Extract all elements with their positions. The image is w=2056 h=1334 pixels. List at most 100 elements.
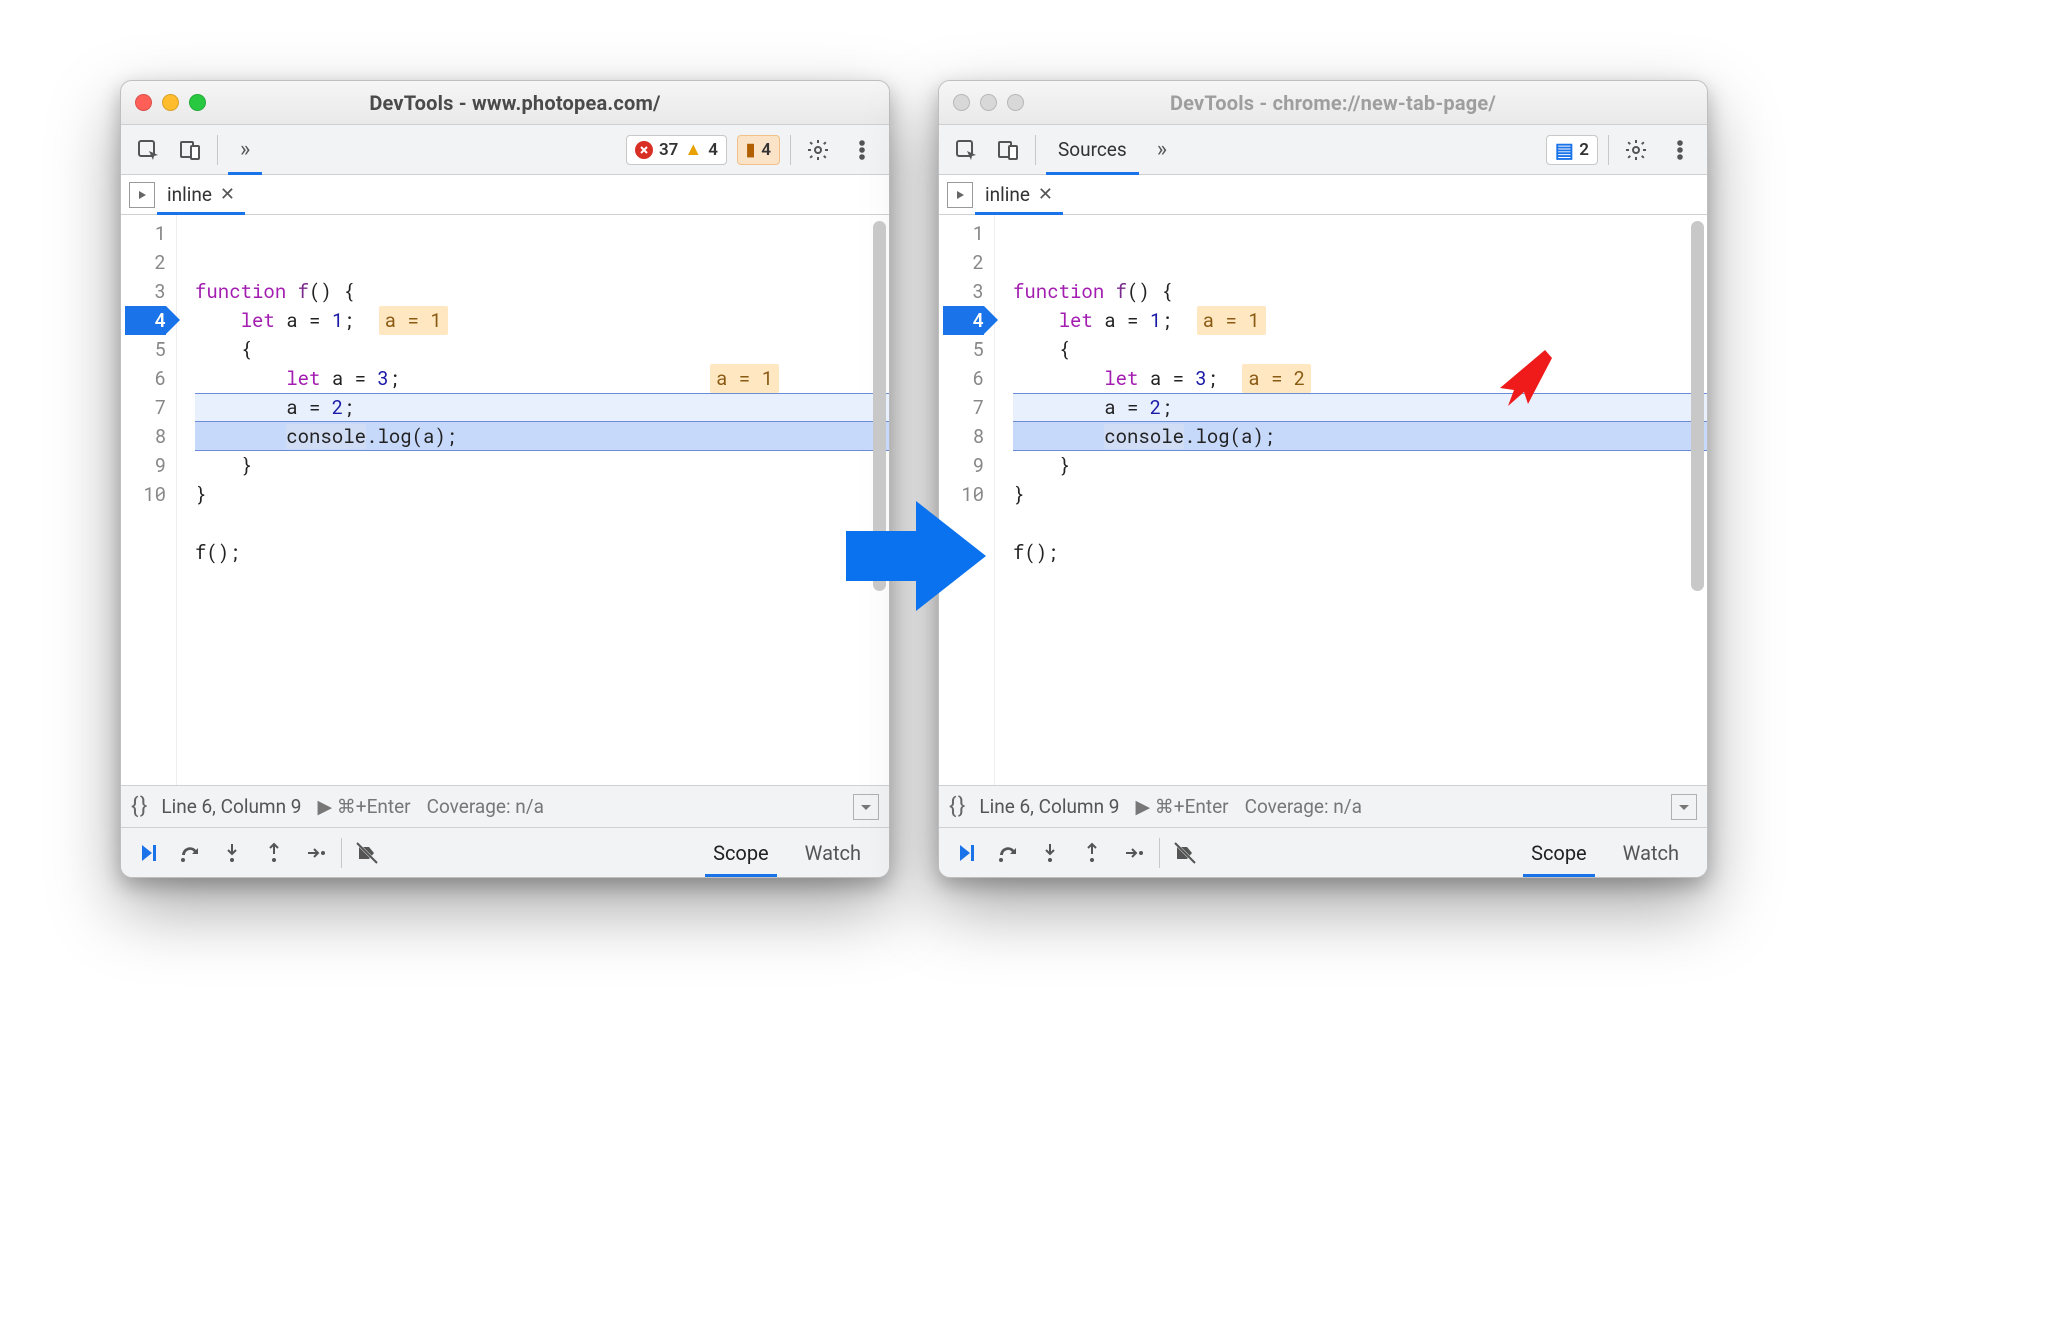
step-into-icon[interactable] (1033, 838, 1067, 868)
line-number[interactable]: 7 (943, 393, 984, 422)
code-line[interactable]: function f() { (195, 277, 889, 306)
dropdown-icon[interactable] (1671, 794, 1697, 820)
minimize-icon[interactable] (162, 94, 179, 111)
deactivate-breakpoints-icon[interactable] (350, 838, 384, 868)
step-icon[interactable] (1117, 838, 1151, 868)
code-line[interactable]: } (195, 480, 889, 509)
titlebar[interactable]: DevTools - www.photopea.com/ (121, 81, 889, 125)
tab-watch[interactable]: Watch (787, 828, 879, 877)
active-panel-indicator[interactable]: » (228, 125, 262, 174)
device-toggle-icon[interactable] (991, 133, 1025, 167)
pretty-print-icon[interactable]: { } (131, 794, 145, 819)
line-number[interactable]: 1 (125, 219, 166, 248)
step-out-icon[interactable] (1075, 838, 1109, 868)
line-number[interactable]: 4 (943, 306, 984, 335)
line-number[interactable]: 5 (943, 335, 984, 364)
tab-watch[interactable]: Watch (1605, 828, 1697, 877)
gear-icon[interactable] (801, 133, 835, 167)
file-tab-inline[interactable]: inline ✕ (981, 175, 1057, 214)
kebab-menu-icon[interactable] (1663, 133, 1697, 167)
messages-count: 2 (1579, 140, 1589, 160)
line-number[interactable]: 5 (125, 335, 166, 364)
navigator-toggle-icon[interactable] (947, 182, 973, 208)
code-line[interactable]: let a = 1;a = 1 (1013, 306, 1707, 335)
editor-status-bar: { } Line 6, Column 9 ▶ ⌘+Enter Coverage:… (121, 785, 889, 827)
code-line[interactable]: let a = 3;a = 2 (1013, 364, 1707, 393)
step-over-icon[interactable] (991, 838, 1025, 868)
code-line[interactable]: } (195, 451, 889, 480)
code-content[interactable]: function f() { let a = 1;a = 1 { let a =… (177, 215, 889, 785)
error-count-pill[interactable]: 37 ▲ 4 (626, 135, 727, 165)
code-line[interactable]: f(); (1013, 538, 1707, 567)
navigator-toggle-icon[interactable] (129, 182, 155, 208)
tab-scope[interactable]: Scope (1513, 828, 1605, 877)
code-line[interactable]: } (1013, 451, 1707, 480)
line-number[interactable]: 2 (943, 248, 984, 277)
window-title: DevTools - chrome://new-tab-page/ (1034, 91, 1632, 115)
code-line[interactable]: console.log(a); (195, 422, 889, 451)
step-over-icon[interactable] (173, 838, 207, 868)
line-number[interactable]: 8 (125, 422, 166, 451)
cursor-position: Line 6, Column 9 (161, 795, 301, 818)
pretty-print-icon[interactable]: { } (949, 794, 963, 819)
code-line[interactable]: f(); (195, 538, 889, 567)
maximize-icon[interactable] (189, 94, 206, 111)
line-number[interactable]: 9 (943, 451, 984, 480)
code-line[interactable]: a = 2; (195, 393, 889, 422)
line-number[interactable]: 8 (943, 422, 984, 451)
resume-icon[interactable] (949, 838, 983, 868)
tab-scope[interactable]: Scope (695, 828, 787, 877)
code-content[interactable]: function f() { let a = 1;a = 1 { let a =… (995, 215, 1707, 785)
code-line[interactable]: let a = 3;a = 1 (195, 364, 889, 393)
dropdown-icon[interactable] (853, 794, 879, 820)
tab-sources[interactable]: Sources (1046, 125, 1139, 174)
messages-pill[interactable]: ▤ 2 (1546, 135, 1598, 165)
code-line[interactable] (195, 509, 889, 538)
step-icon[interactable] (299, 838, 333, 868)
code-line[interactable]: a = 2; (1013, 393, 1707, 422)
step-into-icon[interactable] (215, 838, 249, 868)
maximize-icon[interactable] (1007, 94, 1024, 111)
minimize-icon[interactable] (980, 94, 997, 111)
line-number[interactable]: 6 (943, 364, 984, 393)
line-number[interactable]: 10 (125, 480, 166, 509)
gear-icon[interactable] (1619, 133, 1653, 167)
step-out-icon[interactable] (257, 838, 291, 868)
line-number[interactable]: 1 (943, 219, 984, 248)
resume-icon[interactable] (131, 838, 165, 868)
close-icon[interactable]: ✕ (220, 184, 235, 205)
devtools-window-left: DevTools - www.photopea.com/ » 37 ▲ (120, 80, 890, 878)
line-number[interactable]: 3 (943, 277, 984, 306)
more-tabs-icon[interactable]: » (240, 137, 250, 162)
code-line[interactable]: let a = 1;a = 1 (195, 306, 889, 335)
inspect-icon[interactable] (949, 133, 983, 167)
inspect-icon[interactable] (131, 133, 165, 167)
main-toolbar: » 37 ▲ 4 ▮ 4 (121, 125, 889, 175)
line-number[interactable]: 7 (125, 393, 166, 422)
code-line[interactable] (1013, 509, 1707, 538)
close-icon[interactable]: ✕ (1038, 184, 1053, 205)
code-line[interactable]: console.log(a); (1013, 422, 1707, 451)
tab-sources-label: Sources (1058, 138, 1127, 161)
code-line[interactable]: } (1013, 480, 1707, 509)
line-number[interactable]: 4 (125, 306, 166, 335)
line-number[interactable]: 6 (125, 364, 166, 393)
deactivate-breakpoints-icon[interactable] (1168, 838, 1202, 868)
line-number[interactable]: 9 (125, 451, 166, 480)
line-number[interactable]: 2 (125, 248, 166, 277)
code-line[interactable]: { (1013, 335, 1707, 364)
more-tabs-icon[interactable]: » (1149, 137, 1175, 162)
file-tab-inline[interactable]: inline ✕ (163, 175, 239, 214)
close-icon[interactable] (135, 94, 152, 111)
code-line[interactable]: { (195, 335, 889, 364)
code-editor[interactable]: 12345678910 function f() { let a = 1;a =… (939, 215, 1707, 785)
kebab-menu-icon[interactable] (845, 133, 879, 167)
line-number[interactable]: 3 (125, 277, 166, 306)
code-editor[interactable]: 12345678910 function f() { let a = 1;a =… (121, 215, 889, 785)
close-icon[interactable] (953, 94, 970, 111)
scrollbar-vertical[interactable] (1691, 221, 1704, 591)
issues-pill[interactable]: ▮ 4 (737, 135, 780, 165)
device-toggle-icon[interactable] (173, 133, 207, 167)
code-line[interactable]: function f() { (1013, 277, 1707, 306)
titlebar[interactable]: DevTools - chrome://new-tab-page/ (939, 81, 1707, 125)
